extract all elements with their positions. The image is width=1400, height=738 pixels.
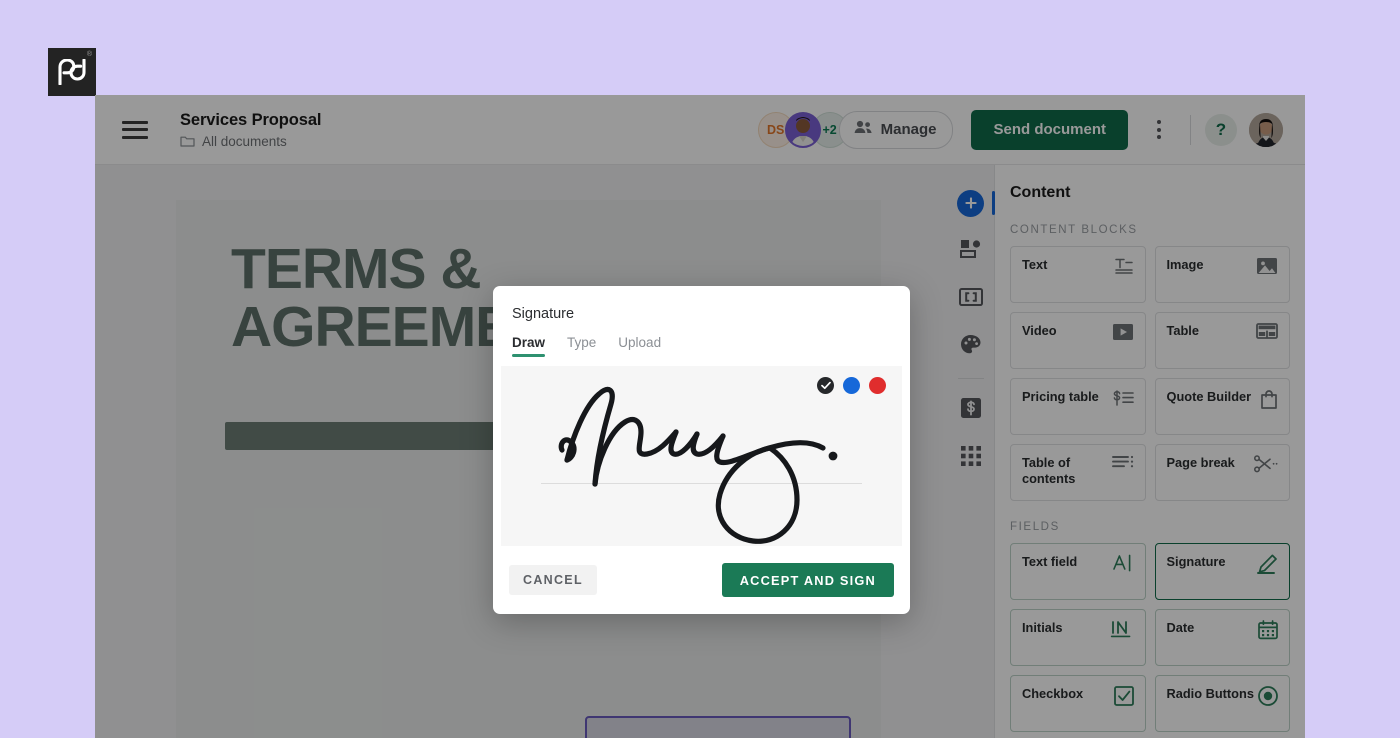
rail-item-add[interactable]: [947, 179, 995, 227]
color-swatches: [817, 377, 886, 394]
video-icon: [1110, 323, 1134, 345]
layout-blocks-icon: [959, 239, 982, 264]
registered-mark: ®: [86, 51, 92, 58]
block-card-page-break[interactable]: Page break: [1154, 444, 1290, 501]
field-label: Radio Buttons: [1166, 686, 1254, 701]
fields-label: FIELDS: [1010, 521, 1060, 533]
color-swatch-blue[interactable]: [843, 377, 860, 394]
field-label: Signature: [1166, 554, 1226, 569]
field-label: Text field: [1022, 554, 1078, 569]
more-vertical-icon[interactable]: [1142, 113, 1176, 147]
content-panel: Content CONTENT BLOCKS Text Image Video: [995, 165, 1305, 738]
modal-footer: CANCEL ACCEPT AND SIGN: [493, 546, 910, 614]
block-label: Text: [1022, 257, 1048, 272]
field-card-initials[interactable]: Initials: [1010, 609, 1146, 666]
manage-button[interactable]: Manage: [838, 110, 954, 149]
field-label: Date: [1166, 620, 1195, 635]
send-document-button[interactable]: Send document: [971, 109, 1128, 150]
breadcrumb[interactable]: All documents: [180, 134, 321, 149]
modal-title: Signature: [512, 306, 575, 322]
rail-divider: [957, 378, 984, 379]
collaborator-avatars[interactable]: DS +2: [757, 111, 848, 148]
user-avatar[interactable]: [1249, 112, 1283, 147]
theme-palette-icon: [960, 334, 981, 360]
block-label: Quote Builder: [1166, 389, 1252, 404]
signature-draw-pad[interactable]: [501, 366, 902, 546]
image-icon: [1254, 257, 1278, 279]
field-label: Initials: [1022, 620, 1063, 635]
tab-upload[interactable]: Upload: [618, 335, 661, 357]
block-label: Table: [1166, 323, 1199, 338]
calendar-icon: [1254, 620, 1278, 642]
table-of-contents-icon: [1110, 455, 1134, 477]
block-card-text[interactable]: Text: [1010, 246, 1146, 303]
field-card-date[interactable]: Date: [1154, 609, 1290, 666]
field-card-radio-buttons[interactable]: Radio Buttons: [1154, 675, 1290, 732]
breadcrumb-label: All documents: [202, 133, 287, 149]
manage-label: Manage: [880, 121, 937, 138]
block-label: Image: [1166, 257, 1204, 272]
block-card-table-of-contents[interactable]: Table of contents: [1010, 444, 1146, 501]
block-label: Pricing table: [1022, 389, 1099, 404]
title-block: Services Proposal All documents: [180, 110, 321, 149]
modal-tabs: Draw Type Upload: [512, 335, 910, 357]
rail-item-variables[interactable]: [947, 275, 995, 323]
text-icon: [1110, 257, 1134, 279]
rail-item-blocks[interactable]: [947, 227, 995, 275]
apps-grid-icon: [960, 445, 981, 471]
field-card-text-field[interactable]: Text field: [1010, 543, 1146, 600]
block-card-video[interactable]: Video: [1010, 312, 1146, 369]
tab-type[interactable]: Type: [567, 335, 596, 357]
editor-tool-rail: [947, 165, 995, 738]
fields-section: FIELDS Text field Signature Initials Dat…: [1010, 521, 1290, 732]
variables-icon: [958, 287, 983, 311]
rail-item-apps[interactable]: [947, 434, 995, 482]
content-blocks-grid: Text Image Video Table Pricing table Quo…: [1010, 246, 1290, 501]
table-icon: [1254, 323, 1278, 345]
block-label: Table of contents: [1022, 455, 1076, 486]
checkbox-icon: [1110, 686, 1134, 708]
block-label: Video: [1022, 323, 1057, 338]
top-bar: Services Proposal All documents DS +2 Ma…: [95, 95, 1305, 165]
block-card-quote-builder[interactable]: Quote Builder: [1154, 378, 1290, 435]
top-bar-actions: DS +2 Manage Send document ?: [757, 109, 1305, 150]
initials-icon: [1110, 620, 1134, 642]
fields-grid: Text field Signature Initials Date Check…: [1010, 543, 1290, 732]
accept-and-sign-button[interactable]: ACCEPT AND SIGN: [721, 563, 894, 597]
folder-icon: [180, 135, 195, 147]
signature-field-placeholder[interactable]: [585, 716, 851, 738]
cancel-button[interactable]: CANCEL: [509, 565, 597, 595]
add-block-icon: [957, 189, 984, 217]
text-field-icon: [1110, 554, 1134, 576]
block-label: Page break: [1166, 455, 1235, 470]
radio-button-icon: [1254, 686, 1278, 708]
people-icon: [854, 120, 873, 139]
tab-draw[interactable]: Draw: [512, 335, 546, 357]
quote-builder-icon: [1254, 389, 1278, 411]
rail-item-theme[interactable]: [947, 323, 995, 371]
color-swatch-black[interactable]: [817, 377, 834, 394]
hamburger-icon[interactable]: [122, 120, 148, 139]
signature-modal: Signature Draw Type Upload CANCEL ACCEPT…: [493, 286, 910, 614]
block-card-pricing-table[interactable]: Pricing table: [1010, 378, 1146, 435]
pricing-table-icon: [1110, 389, 1134, 411]
content-blocks-label: CONTENT BLOCKS: [1010, 224, 1138, 236]
pandadoc-logo: ®: [48, 48, 96, 96]
block-card-image[interactable]: Image: [1154, 246, 1290, 303]
page-break-icon: [1254, 455, 1278, 477]
signature-pen-icon: [1254, 554, 1278, 576]
color-swatch-red[interactable]: [869, 377, 886, 394]
field-card-checkbox[interactable]: Checkbox: [1010, 675, 1146, 732]
screen: ® Services Proposal All documents DS +2 …: [0, 0, 1400, 738]
panel-title: Content: [1010, 184, 1071, 201]
field-card-signature[interactable]: Signature: [1154, 543, 1290, 600]
divider: [1190, 114, 1191, 145]
avatar-photo[interactable]: [784, 111, 821, 148]
field-label: Checkbox: [1022, 686, 1084, 701]
rail-item-pricing[interactable]: [947, 386, 995, 434]
page-title: Services Proposal: [180, 111, 322, 130]
block-card-table[interactable]: Table: [1154, 312, 1290, 369]
pricing-dollar-icon: [960, 397, 982, 424]
help-button[interactable]: ?: [1205, 113, 1237, 146]
